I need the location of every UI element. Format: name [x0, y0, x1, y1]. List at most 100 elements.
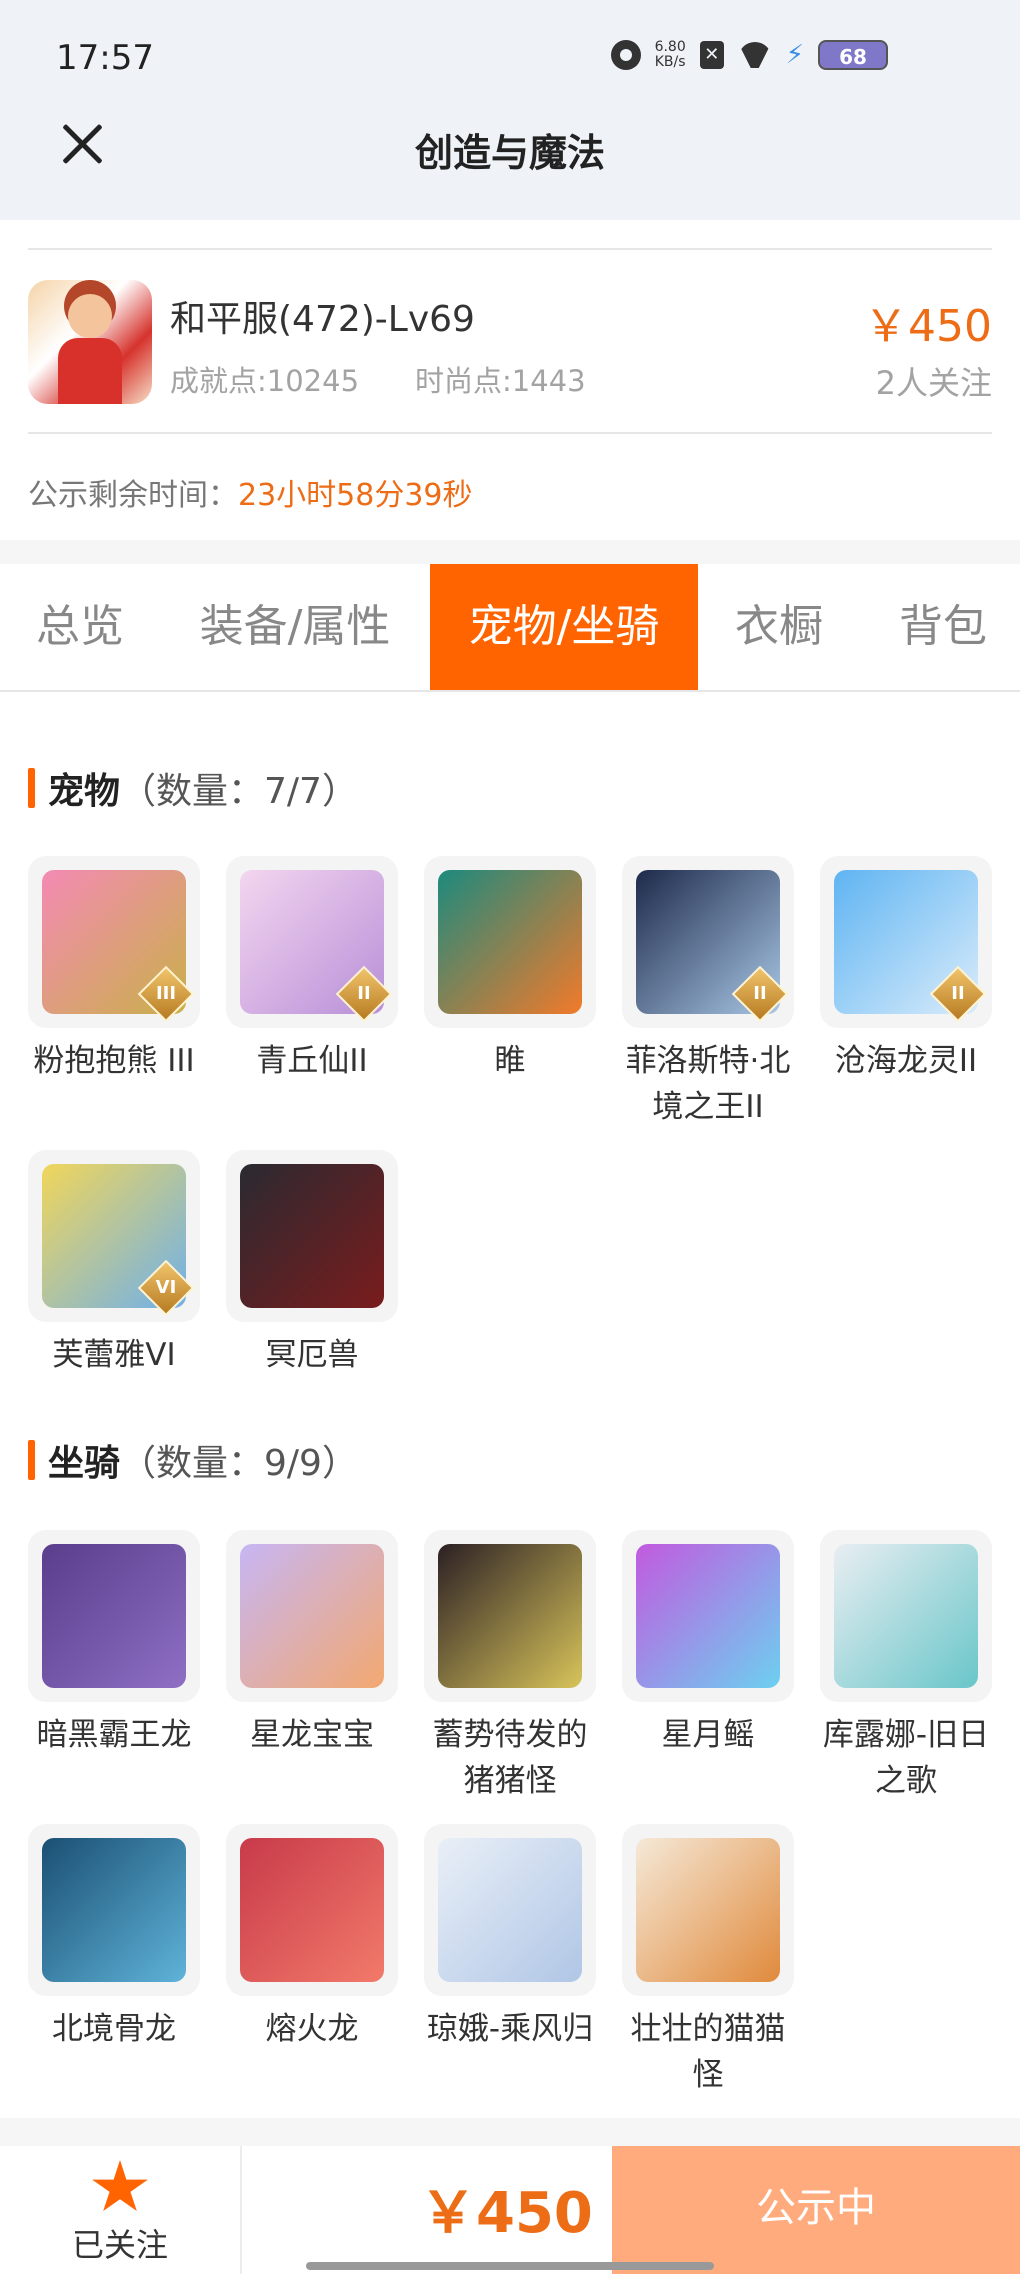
charging-icon: ⚡ [785, 40, 804, 70]
tab-overview[interactable]: 总览 [0, 564, 160, 690]
pet-item[interactable]: II 菲洛斯特·北境之王II [622, 856, 794, 1130]
pet-item[interactable]: 睢 [424, 856, 596, 1084]
item-name: 菲洛斯特·北境之王II [625, 1043, 791, 1125]
item-name: 壮壮的猫猫怪 [630, 2011, 786, 2093]
countdown-label: 公示剩余时间： [28, 478, 238, 513]
item-thumbnail [820, 1530, 992, 1702]
mount-item[interactable]: 蓄势待发的猪猪怪 [424, 1530, 596, 1804]
battery-icon: 68 [818, 40, 888, 70]
header-area: 17:57 6.80 KB/s ✕ ⚡ 68 创造与魔法 [0, 0, 1020, 220]
alarm-icon [610, 40, 641, 70]
follow-label: 已关注 [71, 2226, 168, 2264]
item-thumbnail: VI [28, 1150, 200, 1322]
network-speed-value: 6.80 [654, 39, 686, 55]
tab-backpack[interactable]: 背包 [866, 564, 1020, 690]
achievement-points: 成就点:10245 [170, 364, 360, 398]
pet-item[interactable]: II 沧海龙灵II [820, 856, 992, 1084]
mount-item[interactable]: 库露娜-旧日之歌 [820, 1530, 992, 1804]
item-name: 北境骨龙 [52, 2011, 176, 2047]
item-name: 青丘仙II [256, 1043, 368, 1079]
countdown-value: 23小时58分39秒 [238, 478, 473, 513]
item-thumbnail [28, 1530, 200, 1702]
item-name: 库露娜-旧日之歌 [822, 1717, 990, 1799]
tab-pets-mounts[interactable]: 宠物/坐骑 [430, 564, 698, 690]
tab-bar: 总览 装备/属性 宠物/坐骑 衣橱 背包 [0, 564, 1020, 692]
item-name: 冥厄兽 [265, 1337, 359, 1373]
item-name: 蓄势待发的猪猪怪 [432, 1717, 588, 1799]
item-thumbnail: III [28, 856, 200, 1028]
item-thumbnail [226, 1150, 398, 1322]
item-thumbnail [28, 1824, 200, 1996]
item-artwork [240, 1838, 384, 1982]
mount-item[interactable]: 琼娥-乘风归 [424, 1824, 596, 2052]
mount-item[interactable]: 北境骨龙 [28, 1824, 200, 2052]
item-name: 琼娥-乘风归 [426, 2011, 594, 2047]
network-speed-unit: KB/s [654, 54, 686, 70]
status-time: 17:57 [56, 38, 154, 78]
item-thumbnail [226, 1824, 398, 1996]
section-gap [0, 540, 1020, 564]
follower-count: 2人关注 [875, 364, 992, 402]
mounts-title: 坐骑 [48, 1443, 121, 1484]
divider [28, 432, 992, 434]
item-name: 星龙宝宝 [250, 1717, 374, 1753]
item-name: 熔火龙 [265, 2011, 359, 2047]
server-level: 和平服(472)-Lv69 [170, 299, 475, 340]
pets-section-title: 宠物（数量：7/7） [28, 762, 358, 814]
mount-item[interactable]: 星龙宝宝 [226, 1530, 398, 1758]
character-avatar [28, 280, 152, 404]
sim-off-icon: ✕ [699, 41, 724, 69]
tab-equipment[interactable]: 装备/属性 [178, 564, 412, 690]
item-thumbnail [424, 1530, 596, 1702]
status-icons: 6.80 KB/s ✕ ⚡ 68 [610, 40, 888, 70]
fashion-points: 时尚点:1443 [415, 364, 586, 398]
mounts-count: （数量：9/9） [120, 1443, 358, 1484]
item-thumbnail: II [226, 856, 398, 1028]
mount-item[interactable]: 星月鳐 [622, 1530, 794, 1758]
mount-item[interactable]: 壮壮的猫猫怪 [622, 1824, 794, 2098]
item-artwork [438, 1838, 582, 1982]
pet-item[interactable]: III 粉抱抱熊 III [28, 856, 200, 1084]
wifi-icon [738, 42, 772, 68]
item-name: 芙蕾雅VI [52, 1337, 176, 1373]
item-artwork [834, 1544, 978, 1688]
item-thumbnail: II [622, 856, 794, 1028]
item-thumbnail [424, 1824, 596, 1996]
price-label: ￥450 [864, 301, 992, 352]
item-name: 暗黑霸王龙 [36, 1717, 192, 1753]
pet-item[interactable]: 冥厄兽 [226, 1150, 398, 1378]
item-artwork [438, 870, 582, 1014]
item-name: 睢 [494, 1043, 526, 1079]
item-artwork [636, 1544, 780, 1688]
item-name: 星月鳐 [661, 1717, 755, 1753]
item-artwork [42, 1838, 186, 1982]
item-thumbnail [622, 1530, 794, 1702]
item-name: 粉抱抱熊 III [33, 1043, 195, 1079]
pet-item[interactable]: II 青丘仙II [226, 856, 398, 1084]
mount-item[interactable]: 熔火龙 [226, 1824, 398, 2052]
item-artwork [438, 1544, 582, 1688]
mounts-section-title: 坐骑（数量：9/9） [28, 1434, 358, 1486]
mount-item[interactable]: 暗黑霸王龙 [28, 1530, 200, 1758]
item-name: 沧海龙灵II [834, 1043, 978, 1079]
pets-title: 宠物 [48, 771, 121, 812]
home-indicator [306, 2262, 714, 2270]
bottom-gap [0, 2118, 1020, 2146]
tab-wardrobe[interactable]: 衣橱 [712, 564, 846, 690]
follow-button[interactable]: 已关注 [0, 2146, 242, 2274]
network-speed: 6.80 KB/s [655, 40, 686, 70]
item-artwork [240, 1164, 384, 1308]
item-thumbnail [226, 1530, 398, 1702]
points-row: 成就点:10245 时尚点:1443 [170, 358, 586, 400]
item-thumbnail: II [820, 856, 992, 1028]
item-thumbnail [424, 856, 596, 1028]
publicity-status-button[interactable]: 公示中 [612, 2146, 1020, 2274]
pets-count: （数量：7/7） [120, 771, 358, 812]
bottom-price: ￥450 [420, 2181, 593, 2246]
divider [28, 248, 992, 250]
page-title: 创造与魔法 [414, 131, 605, 175]
pet-item[interactable]: VI 芙蕾雅VI [28, 1150, 200, 1378]
bottom-bar: 已关注 ￥450 公示中 [0, 2146, 1020, 2274]
star-icon [92, 2160, 148, 2211]
item-artwork [42, 1544, 186, 1688]
